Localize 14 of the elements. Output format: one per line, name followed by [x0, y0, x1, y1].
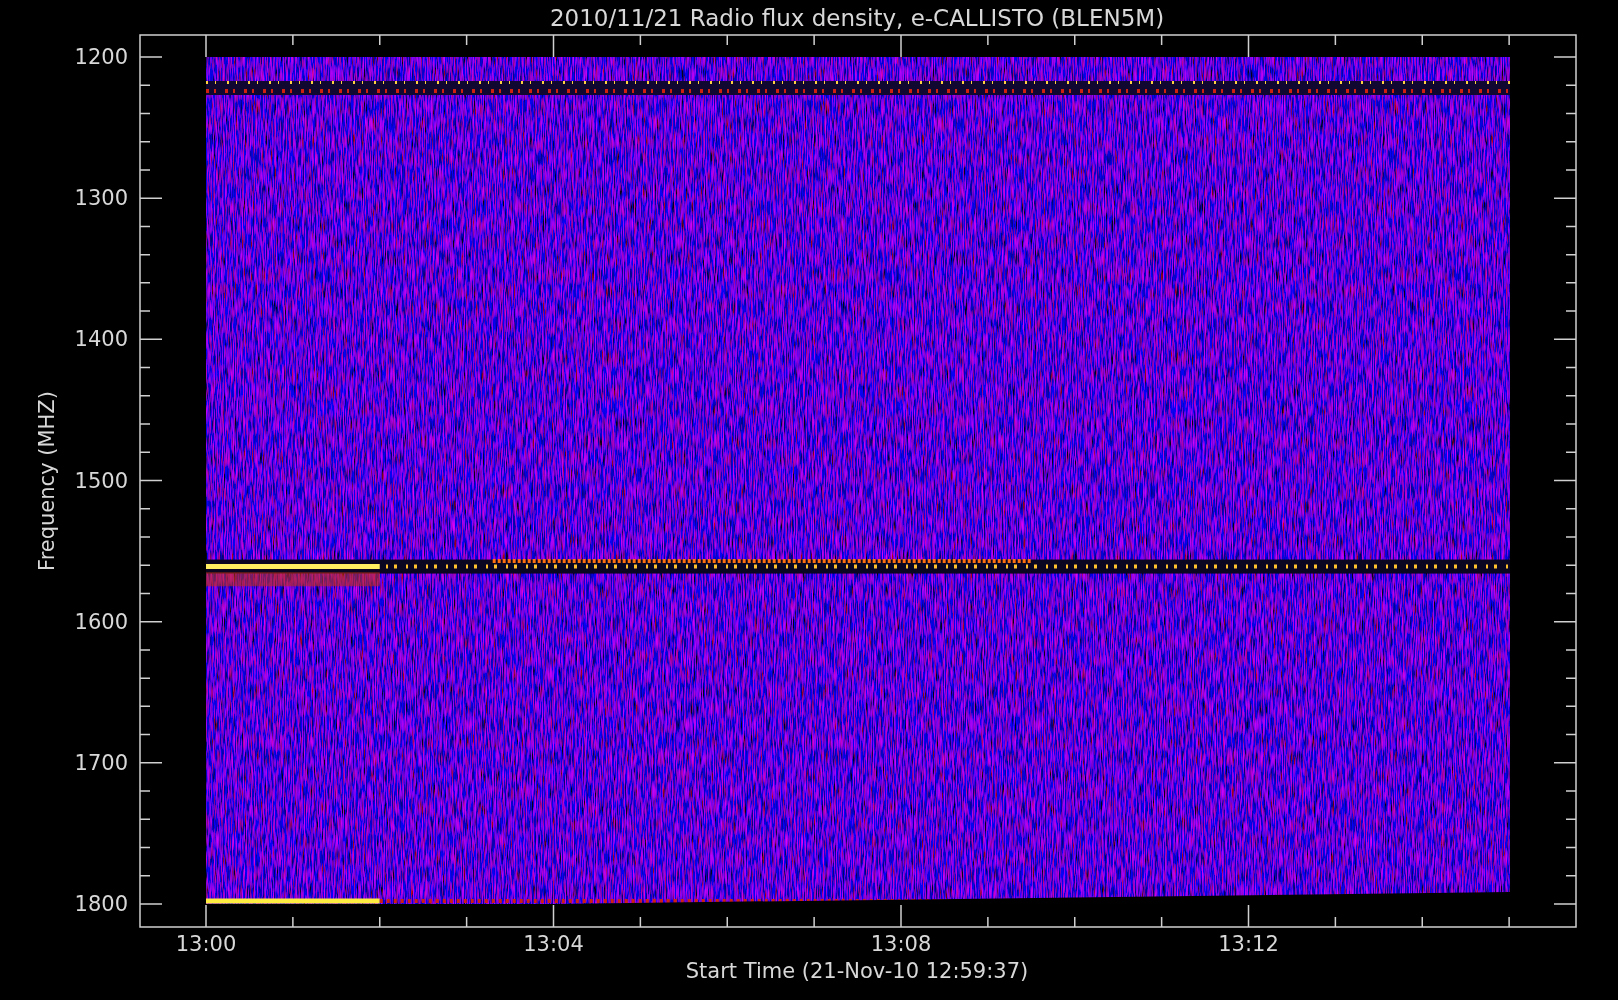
y-tick-label: 1300	[74, 186, 128, 211]
y-axis-label: Frequency (MHZ)	[35, 391, 59, 571]
x-tick-label: 13:04	[523, 932, 584, 956]
x-tick-label: 13:12	[1218, 932, 1279, 956]
x-tick-label: 13:08	[870, 932, 932, 956]
y-tick-label: 1700	[74, 750, 128, 775]
x-tick-label: 13:00	[175, 932, 237, 956]
y-tick-label: 1200	[74, 45, 128, 69]
x-axis-label: Start Time (21-Nov-10 12:59:37)	[685, 959, 1029, 983]
y-tick-label: 1500	[74, 468, 128, 493]
y-tick-label: 1600	[74, 609, 128, 634]
y-tick-label: 1800	[74, 892, 128, 916]
y-tick-label: 1400	[74, 327, 128, 352]
chart-title: 2010/11/21 Radio flux density, e-CALLISTO (BLEN5M)	[549, 5, 1165, 31]
